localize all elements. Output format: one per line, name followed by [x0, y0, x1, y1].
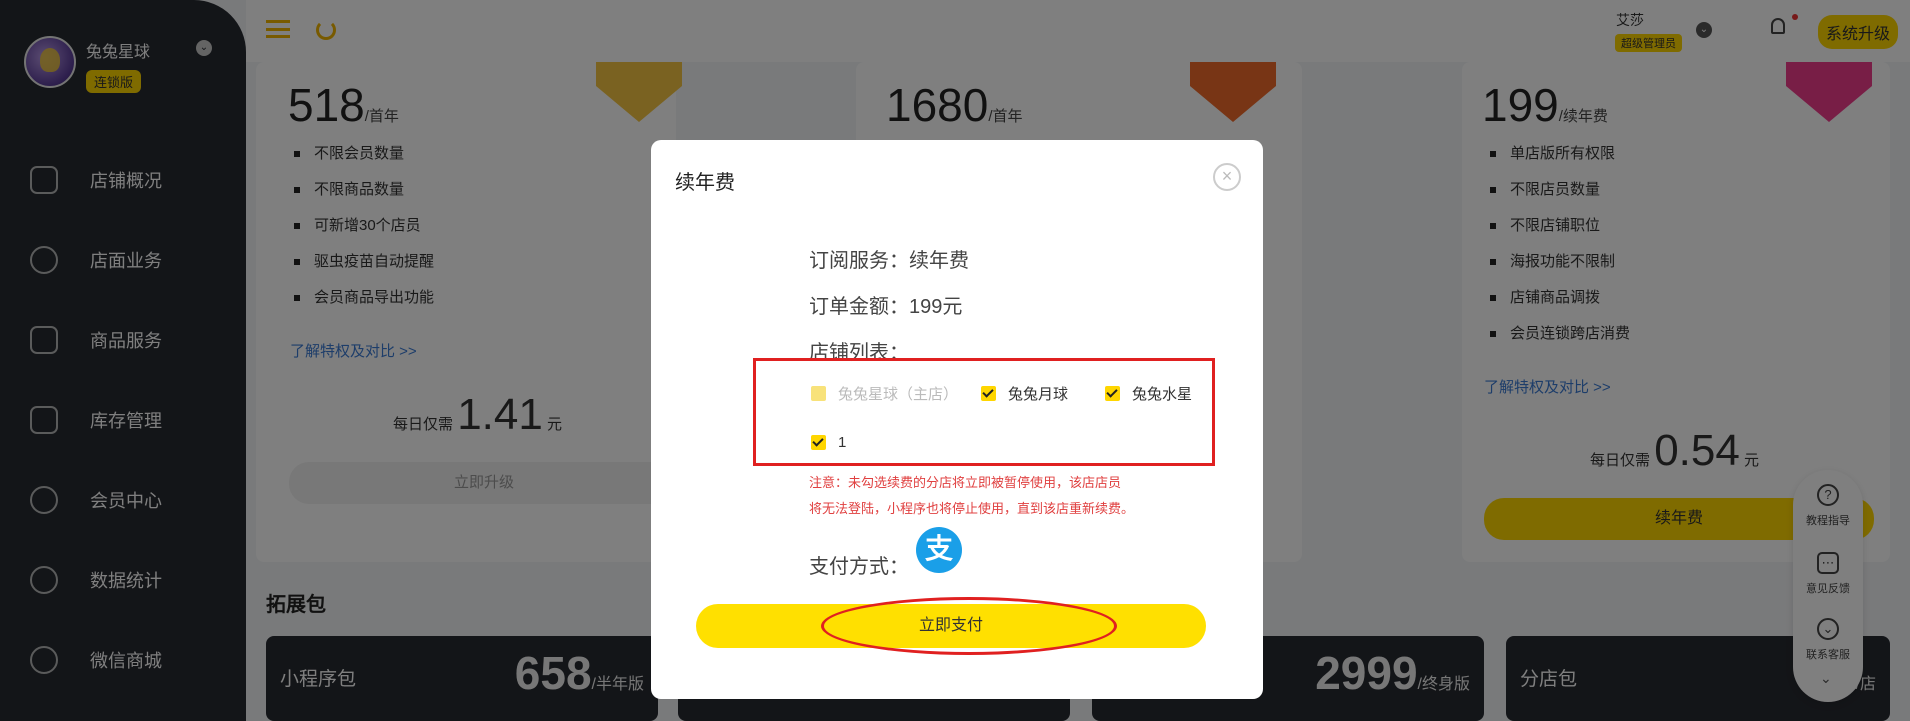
pay-method-label: 支付方式：: [809, 556, 909, 578]
shop-name: 兔兔星球（主店）: [838, 386, 959, 403]
renewal-notice: 注意：未勾选续费的分店将立即被暂停使用，该店店员 将无法登陆，小程序也将停止使用…: [809, 470, 1189, 522]
order-amount: 订单金额：199元: [809, 296, 963, 318]
dialog-title: 续年费: [675, 172, 735, 194]
service-info: 订阅服务：续年费: [809, 250, 969, 272]
notice-line: 将无法登陆，小程序也将停止使用，直到该店重新续费。: [809, 501, 1135, 516]
checkbox[interactable]: [1105, 386, 1120, 401]
close-icon[interactable]: ×: [1213, 163, 1241, 191]
shop-name: 1: [838, 434, 847, 451]
shop-name: 兔兔月球: [1008, 386, 1069, 403]
shop-name: 兔兔水星: [1132, 386, 1193, 403]
alipay-icon[interactable]: 支: [916, 527, 962, 573]
shop-checkbox[interactable]: 兔兔月球: [981, 383, 1068, 404]
checkbox[interactable]: [811, 435, 826, 450]
shop-checkbox[interactable]: 兔兔水星: [1105, 383, 1192, 404]
shop-checkbox[interactable]: 1: [811, 434, 846, 451]
shop-checkbox-main: 兔兔星球（主店）: [811, 383, 958, 404]
renewal-dialog: 续年费 × 订阅服务：续年费 订单金额：199元 店铺列表： 兔兔星球（主店） …: [651, 140, 1263, 699]
notice-line: 注意：未勾选续费的分店将立即被暂停使用，该店店员: [809, 475, 1122, 490]
checkbox: [811, 386, 826, 401]
checkbox[interactable]: [981, 386, 996, 401]
pay-button-highlight: [821, 597, 1117, 655]
